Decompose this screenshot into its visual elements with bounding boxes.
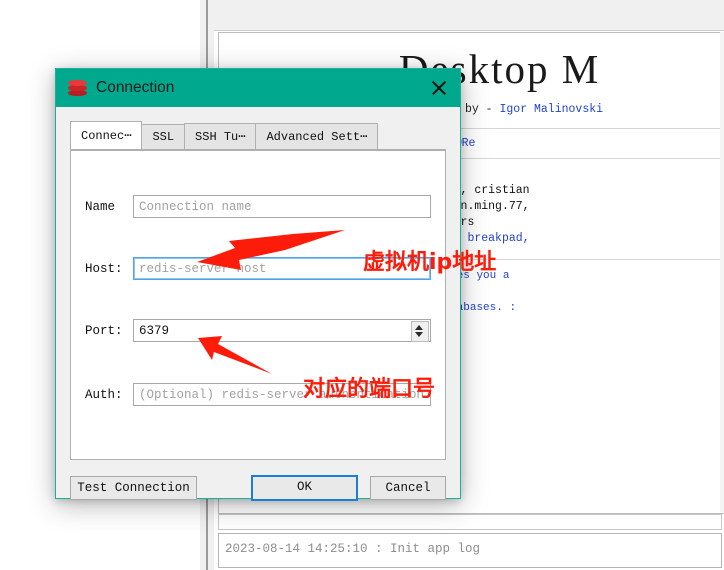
- host-annotation-text: 虚拟机ip地址: [363, 250, 497, 275]
- port-stepper[interactable]: [133, 319, 431, 342]
- port-label: Port:: [85, 323, 123, 338]
- cancel-button[interactable]: Cancel: [370, 476, 446, 500]
- connection-dialog: Connection Connec⋯ SSL SSH Tu⋯ Advanced …: [55, 68, 461, 501]
- chevron-down-icon[interactable]: [415, 332, 423, 337]
- test-connection-button[interactable]: Test Connection: [70, 476, 197, 500]
- tab-advanced-settings[interactable]: Advanced Sett⋯: [255, 123, 379, 149]
- connection-settings-panel: Name Host: Port:: [70, 150, 446, 460]
- tab-ssh-tunnel[interactable]: SSH Tu⋯: [184, 123, 257, 149]
- port-annotation-arrow: [198, 336, 272, 374]
- screen: Desktop M Developed by - Igor Malinovski…: [0, 0, 724, 570]
- dialog-tabs[interactable]: Connec⋯ SSL SSH Tu⋯ Advanced Sett⋯: [70, 121, 446, 150]
- dialog-title: Connection: [96, 79, 175, 96]
- tab-ssl[interactable]: SSL: [141, 124, 186, 149]
- port-annotation-text: 对应的端口号: [303, 377, 436, 402]
- host-annotation-arrow: [197, 230, 345, 270]
- port-input[interactable]: [133, 319, 431, 342]
- name-label: Name: [85, 199, 116, 214]
- host-label: Host:: [85, 261, 123, 276]
- log-line: 2023-08-14 14:25:10 : Init app log: [225, 542, 481, 556]
- about-page-scrollbar[interactable]: [720, 32, 724, 512]
- close-icon[interactable]: [428, 77, 450, 99]
- log-toolbar[interactable]: [218, 514, 722, 530]
- name-input[interactable]: [133, 195, 431, 218]
- auth-label: Auth:: [85, 387, 123, 402]
- dialog-body: Connec⋯ SSL SSH Tu⋯ Advanced Sett⋯ Name …: [56, 107, 460, 501]
- port-spinner-buttons[interactable]: [411, 321, 429, 342]
- dialog-titlebar[interactable]: Connection: [56, 69, 460, 107]
- main-tabstrip[interactable]: [214, 0, 724, 31]
- chevron-up-icon[interactable]: [415, 325, 423, 330]
- tab-connection-settings[interactable]: Connec⋯: [70, 121, 143, 149]
- redis-logo-icon: [68, 79, 87, 97]
- ok-button[interactable]: OK: [251, 475, 358, 501]
- name-field-row: Name: [71, 195, 445, 218]
- developer-link[interactable]: Igor Malinovski: [500, 103, 604, 116]
- log-panel: 2023-08-14 14:25:10 : Init app log: [218, 533, 722, 568]
